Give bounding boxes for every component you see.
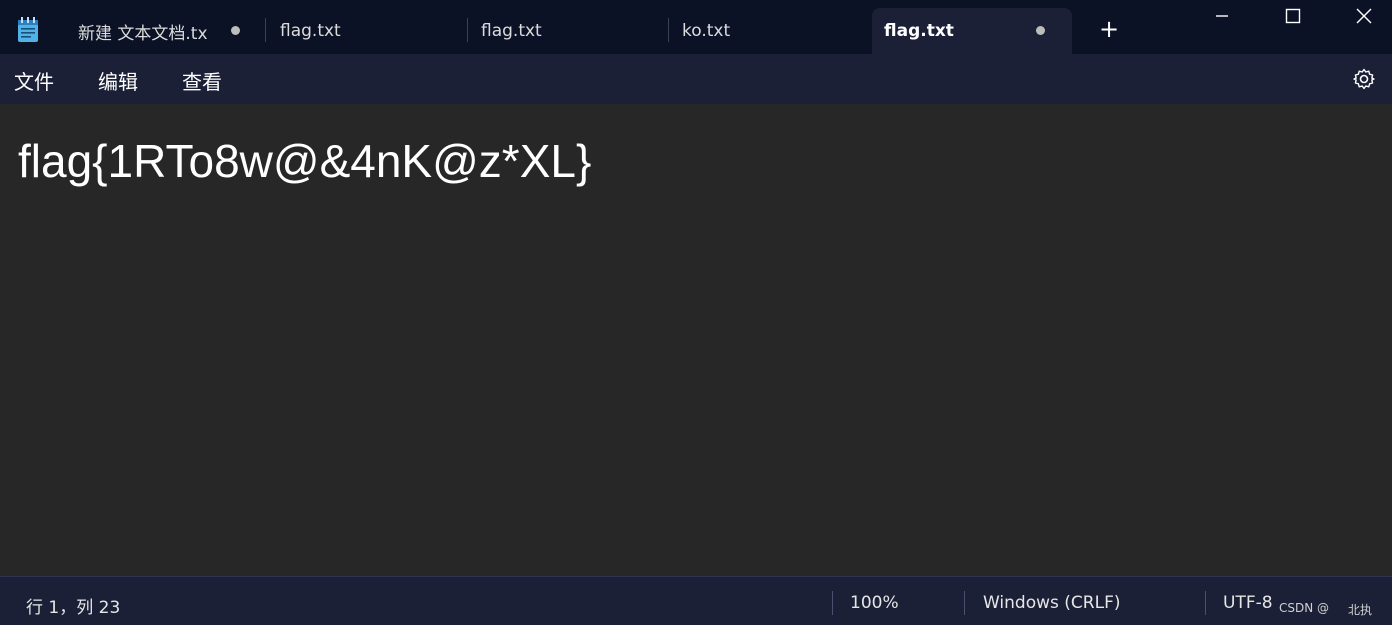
cursor-position: 行 1，列 23 [26, 598, 121, 618]
tab-label: ko.txt [682, 21, 731, 41]
menu-file[interactable]: 文件 [14, 66, 54, 95]
menu-bar: 文件 编辑 查看 [0, 54, 1392, 104]
close-icon [1356, 8, 1372, 24]
minimize-icon [1216, 15, 1228, 17]
tab-label: flag.txt [884, 21, 954, 41]
title-bar: 新建 文本文档.tx flag.txt flag.txt ko.txt flag… [0, 0, 1392, 54]
watermark-site: CSDN @ [1279, 601, 1330, 615]
status-bar: 行 1，列 23 100% Windows (CRLF) UTF-8 CSDN … [0, 576, 1392, 625]
zoom-level[interactable]: 100% [850, 593, 899, 613]
status-divider [832, 591, 833, 615]
tab-flag-txt-active[interactable]: flag.txt [872, 8, 1072, 54]
status-divider [964, 591, 965, 615]
tab-label: flag.txt [280, 21, 341, 41]
tab-label: flag.txt [481, 21, 542, 41]
menu-view[interactable]: 查看 [182, 66, 222, 95]
tab-flag-txt-1[interactable]: flag.txt [268, 8, 464, 54]
tab-flag-txt-2[interactable]: flag.txt [469, 8, 665, 54]
notepad-app-icon [18, 17, 38, 42]
tab-divider [668, 18, 669, 42]
close-button[interactable] [1330, 0, 1392, 32]
line-ending[interactable]: Windows (CRLF) [983, 593, 1121, 613]
maximize-button[interactable] [1259, 0, 1327, 32]
maximize-icon [1285, 8, 1301, 24]
tab-divider [467, 18, 468, 42]
minimize-button[interactable] [1188, 0, 1256, 32]
tab-new-text-document[interactable]: 新建 文本文档.tx [66, 8, 262, 54]
watermark-author: 北执 [1348, 603, 1373, 617]
new-tab-button[interactable]: + [1096, 16, 1122, 42]
text-editor-area[interactable]: flag{1RTo8w@&4nK@z*XL} [0, 104, 1392, 576]
tab-ko-txt[interactable]: ko.txt [670, 8, 866, 54]
unsaved-dot-icon [1036, 26, 1045, 35]
status-divider [1205, 591, 1206, 615]
tab-label: 新建 文本文档.tx [78, 23, 208, 44]
encoding[interactable]: UTF-8 [1223, 593, 1273, 613]
settings-gear-icon[interactable] [1352, 67, 1376, 91]
unsaved-dot-icon [231, 26, 240, 35]
tab-divider [265, 18, 266, 42]
editor-content[interactable]: flag{1RTo8w@&4nK@z*XL} [18, 134, 591, 188]
menu-edit[interactable]: 编辑 [98, 66, 138, 95]
